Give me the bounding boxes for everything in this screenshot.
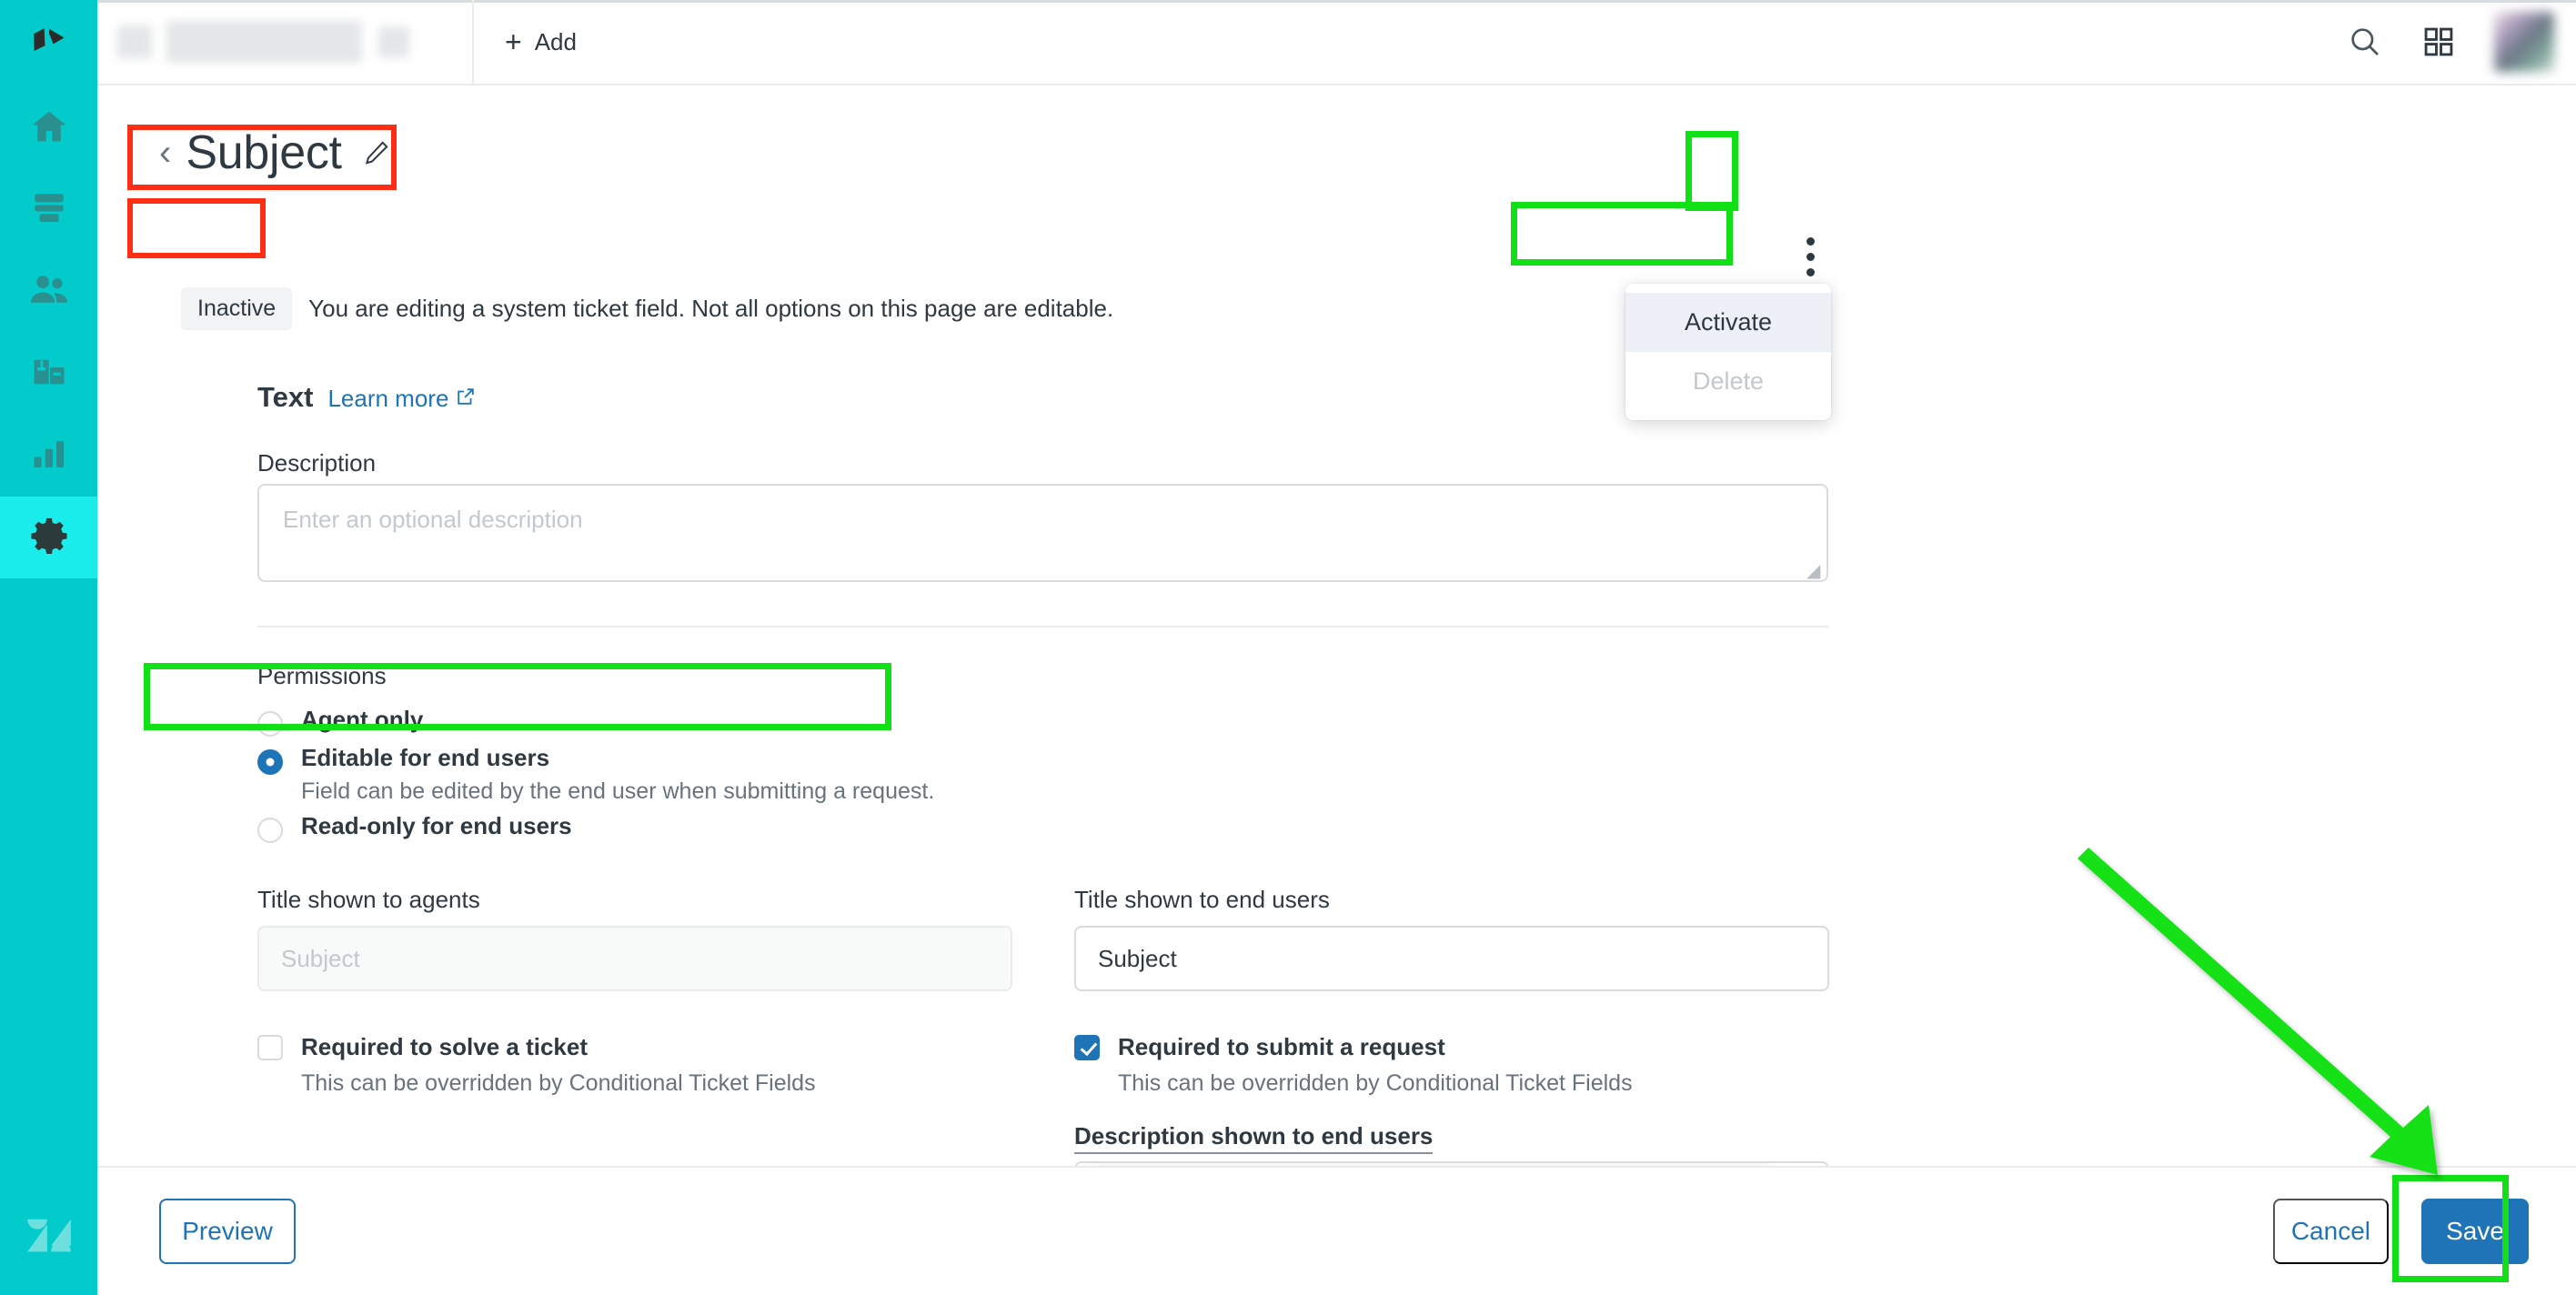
save-button[interactable]: Save	[2421, 1199, 2529, 1264]
building-icon	[30, 353, 68, 396]
title-end-users-label: Title shown to end users	[1074, 886, 1330, 913]
end-user-description-label: Description shown to end users	[1074, 1122, 1434, 1154]
bar-chart-icon	[30, 435, 68, 477]
brand-logo-icon[interactable]	[0, 0, 97, 87]
tab-close-redacted	[378, 26, 409, 57]
required-to-solve-label: Required to solve a ticket	[301, 1033, 588, 1060]
footer-actions: Cancel Save	[2272, 1199, 2529, 1264]
learn-more-link[interactable]: Learn more	[327, 385, 476, 413]
permissions-label: Permissions	[257, 662, 387, 689]
description-input[interactable]: Enter an optional description ◢	[257, 484, 1828, 582]
section-divider	[257, 626, 1828, 627]
pencil-icon[interactable]	[362, 138, 391, 167]
title-agents-placeholder: Subject	[281, 944, 360, 972]
required-to-solve-row[interactable]: Required to solve a ticket	[257, 1033, 1040, 1061]
context-menu: Activate Delete	[1625, 284, 1831, 420]
permission-description: Field can be edited by the end user when…	[301, 778, 935, 804]
system-field-note: You are editing a system ticket field. N…	[308, 295, 1114, 322]
description-label: Description	[257, 449, 377, 477]
required-to-solve-sub: This can be overridden by Conditional Ti…	[301, 1070, 816, 1096]
required-to-submit-row[interactable]: Required to submit a request	[1074, 1033, 1857, 1061]
permission-option-editable-for-end-users[interactable]: Editable for end users Field can be edit…	[257, 740, 1167, 808]
search-icon[interactable]	[2347, 24, 2383, 60]
channels-icon	[30, 189, 68, 232]
resize-grip-icon[interactable]: ◢	[1806, 562, 1823, 580]
home-icon	[29, 106, 69, 151]
sidebar-item-reporting[interactable]	[0, 415, 97, 497]
required-to-solve-block: Required to solve a ticket This can be o…	[257, 1033, 1040, 1097]
cancel-button[interactable]: Cancel	[2272, 1199, 2389, 1264]
radio-editable-for-end-users[interactable]	[257, 749, 283, 775]
required-to-submit-label: Required to submit a request	[1118, 1033, 1445, 1060]
zendesk-logo-icon	[0, 1177, 97, 1295]
page-header: ‹ Subject	[159, 125, 391, 180]
radio-read-only-for-end-users[interactable]	[257, 818, 283, 843]
checkbox-required-to-submit[interactable]	[1074, 1034, 1100, 1060]
tab-icon-redacted	[117, 25, 152, 58]
description-placeholder: Enter an optional description	[283, 506, 583, 533]
permission-option-agent-only[interactable]: Agent only	[257, 702, 1167, 740]
required-to-submit-sub: This can be overridden by Conditional Ti…	[1118, 1070, 1633, 1096]
active-tab[interactable]	[97, 0, 474, 84]
kebab-menu-button[interactable]	[1791, 222, 1829, 291]
status-row: Inactive You are editing a system ticket…	[181, 287, 1113, 330]
top-bar: + Add	[97, 0, 2576, 85]
sidebar-item-home[interactable]	[0, 87, 97, 169]
grid-apps-icon[interactable]	[2421, 25, 2456, 59]
status-badge: Inactive	[181, 287, 293, 330]
checkbox-required-to-solve[interactable]	[257, 1034, 283, 1060]
sidebar-item-people[interactable]	[0, 251, 97, 333]
menu-item-activate[interactable]: Activate	[1625, 293, 1831, 352]
people-icon	[28, 269, 70, 316]
add-tab-label: Add	[534, 27, 577, 55]
sidebar-item-workspaces[interactable]	[0, 333, 97, 415]
page-title: Subject	[186, 126, 342, 179]
title-end-users-value: Subject	[1098, 944, 1177, 972]
permission-label: Agent only	[301, 706, 424, 733]
topbar-actions	[2347, 0, 2576, 84]
left-sidebar	[0, 0, 97, 1295]
title-agents-label: Title shown to agents	[257, 886, 480, 913]
plus-icon: +	[505, 25, 522, 58]
external-link-icon	[456, 385, 476, 413]
radio-agent-only[interactable]	[257, 711, 283, 737]
permission-label: Read-only for end users	[301, 812, 572, 839]
sidebar-item-objects-and-rules[interactable]	[0, 497, 97, 578]
field-type-row: Text Learn more	[257, 381, 476, 414]
tab-title-redacted	[166, 21, 362, 63]
kebab-menu-icon	[1806, 236, 1815, 246]
kebab-menu-icon	[1806, 252, 1815, 261]
add-tab-button[interactable]: + Add	[474, 0, 608, 84]
permissions-radio-group: Agent only Editable for end users Field …	[257, 702, 1167, 847]
title-agents-input: Subject	[257, 926, 1012, 991]
required-to-submit-block: Required to submit a request This can be…	[1074, 1033, 1857, 1097]
user-avatar[interactable]	[2494, 12, 2554, 72]
menu-item-delete: Delete	[1692, 367, 1765, 395]
app-root: + Add ‹ Subject Inactive You are editing…	[0, 0, 2576, 1295]
gear-icon	[29, 516, 69, 560]
permission-option-read-only-for-end-users[interactable]: Read-only for end users	[257, 808, 1167, 847]
sidebar-item-channels[interactable]	[0, 169, 97, 251]
main-content: ‹ Subject Inactive You are editing a sys…	[97, 85, 2576, 1166]
permission-label: Editable for end users	[301, 744, 550, 771]
learn-more-label: Learn more	[327, 385, 449, 412]
field-type-label: Text	[257, 381, 314, 413]
title-end-users-input[interactable]: Subject	[1074, 926, 1829, 991]
chevron-left-icon[interactable]: ‹	[159, 135, 171, 171]
preview-button[interactable]: Preview	[159, 1199, 296, 1264]
kebab-menu-icon	[1806, 267, 1815, 276]
footer-bar: Preview Cancel Save	[97, 1166, 2576, 1295]
